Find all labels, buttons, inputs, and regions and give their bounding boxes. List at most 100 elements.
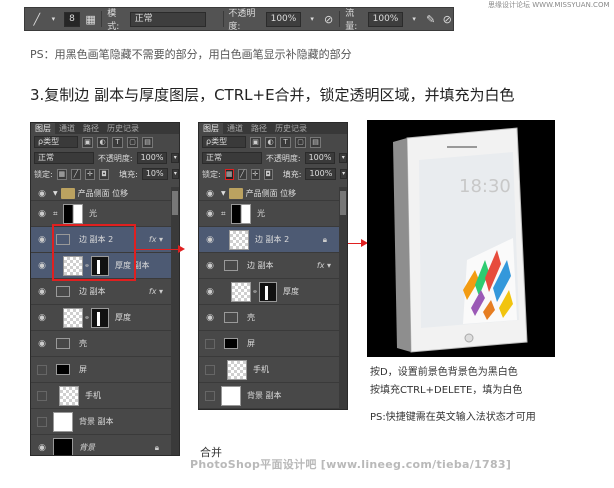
visibility-eye-icon[interactable]: ◉ [31, 339, 53, 349]
layer-row[interactable]: ◉ ⚭ 厚度 [31, 305, 171, 331]
shape-filter-icon[interactable]: ▢ [295, 136, 306, 148]
visibility-off-box[interactable] [37, 416, 47, 427]
blend-mode-select[interactable]: 正常 [202, 152, 262, 164]
lock-position-icon[interactable]: ✛ [250, 168, 260, 180]
brush-panel-icon[interactable]: ▦ [85, 13, 97, 26]
visibility-eye-icon[interactable]: ◉ [31, 313, 53, 323]
layer-row[interactable]: ◉ 背景 🔒︎ [31, 435, 171, 455]
layer-row[interactable]: ◉ 边 副本 fx ▾ [31, 279, 171, 305]
layer-thumbnail [53, 411, 73, 432]
visibility-eye-icon[interactable]: ◉ [199, 189, 221, 199]
lock-transparency-icon[interactable]: ▦ [224, 168, 234, 180]
visibility-eye-icon[interactable]: ◉ [199, 287, 221, 297]
visibility-eye-icon[interactable]: ◉ [199, 261, 221, 271]
tab-paths[interactable]: 路径 [79, 123, 103, 134]
chevron-down-icon[interactable]: ▾ [339, 153, 347, 163]
airbrush-icon[interactable]: ✎ [425, 13, 437, 26]
layer-row[interactable]: ◉ 壳 [31, 331, 171, 357]
visibility-eye-icon[interactable]: ◉ [31, 443, 53, 453]
tab-paths[interactable]: 路径 [247, 123, 271, 134]
caption-line-1: 按D，设置前景色背景色为黑白色 [370, 367, 518, 378]
layer-row-group[interactable]: ◉ ▼ 产品侧面 位移 [199, 187, 339, 201]
visibility-eye-icon[interactable]: ◉ [31, 287, 53, 297]
layer-row-hidden[interactable]: 手机 [199, 357, 339, 383]
pixel-filter-icon[interactable]: ▣ [82, 136, 93, 148]
chevron-down-icon[interactable]: ▾ [340, 169, 347, 179]
fx-icon[interactable]: fx ▾ [149, 287, 163, 296]
blend-mode-select[interactable]: 正常 [34, 152, 94, 164]
kind-filter-select[interactable]: ρ类型 [202, 136, 246, 148]
fx-icon[interactable]: fx ▾ [317, 261, 331, 270]
visibility-off-box[interactable] [37, 364, 47, 375]
fill-field[interactable]: 100% [305, 168, 337, 180]
chevron-down-icon[interactable]: ▾ [48, 15, 60, 23]
tab-history[interactable]: 历史记录 [103, 123, 143, 134]
scrollbar[interactable] [339, 187, 347, 409]
lock-all-icon[interactable]: ◘ [263, 168, 273, 180]
chevron-down-icon[interactable]: ▾ [306, 15, 318, 23]
opacity-field[interactable]: 100% [136, 152, 168, 164]
fx-icon[interactable]: fx ▾ [149, 235, 163, 244]
chevron-down-icon[interactable]: ▾ [171, 169, 179, 179]
visibility-off-box[interactable] [205, 390, 215, 401]
opacity-field[interactable]: 100% [304, 152, 336, 164]
tab-layers[interactable]: 图层 [31, 123, 55, 134]
disclosure-triangle-icon[interactable]: ▼ [221, 190, 226, 197]
layer-row[interactable]: ◉ ⚭ 厚度 [199, 279, 339, 305]
visibility-eye-icon[interactable]: ◉ [199, 209, 221, 219]
adjustment-filter-icon[interactable]: ◐ [97, 136, 108, 148]
brush-tool-icon[interactable]: ╱ [31, 13, 43, 26]
pixel-filter-icon[interactable]: ▣ [250, 136, 261, 148]
shape-filter-icon[interactable]: ▢ [127, 136, 138, 148]
opacity-field[interactable]: 100% [265, 11, 302, 27]
chevron-down-icon[interactable]: ▾ [408, 15, 420, 23]
layer-row-hidden[interactable]: 背景 副本 [199, 383, 339, 409]
lock-position-icon[interactable]: ✛ [84, 168, 96, 180]
layer-row[interactable]: ◉ 背景 🔒︎ [199, 409, 339, 410]
visibility-eye-icon[interactable]: ◉ [31, 235, 53, 245]
smart-filter-icon[interactable]: ▤ [142, 136, 153, 148]
scrollbar[interactable] [171, 187, 179, 455]
visibility-eye-icon[interactable]: ◉ [199, 235, 221, 245]
lock-all-icon[interactable]: ◘ [99, 168, 110, 180]
fill-field[interactable]: 10% [141, 168, 168, 180]
lock-pixels-icon[interactable]: ╱ [237, 168, 247, 180]
layer-name: 屏 [247, 339, 255, 348]
layer-row-hidden[interactable]: 手机 [31, 383, 171, 409]
tab-layers[interactable]: 图层 [199, 123, 223, 134]
type-filter-icon[interactable]: T [280, 136, 291, 148]
visibility-eye-icon[interactable]: ◉ [31, 189, 53, 199]
visibility-eye-icon[interactable]: ◉ [31, 209, 53, 219]
layer-row-hidden[interactable]: 背景 副本 [31, 409, 171, 435]
layer-row-hidden[interactable]: 屏 [31, 357, 171, 383]
tab-channels[interactable]: 通道 [223, 123, 247, 134]
mode-label: 模式: [107, 9, 120, 32]
visibility-off-box[interactable] [205, 338, 215, 349]
chevron-down-icon[interactable]: ▾ [171, 153, 179, 163]
layer-row-group[interactable]: ◉ ▼ 产品侧面 位移 [31, 187, 171, 201]
smart-filter-icon[interactable]: ▤ [310, 136, 321, 148]
disclosure-triangle-icon[interactable]: ▼ [53, 190, 58, 197]
flow-field[interactable]: 100% [367, 11, 404, 27]
visibility-off-box[interactable] [205, 364, 215, 375]
layer-row[interactable]: ◉ ⌗ 光 [199, 201, 339, 227]
visibility-off-box[interactable] [37, 390, 47, 401]
layer-row-selected[interactable]: ◉ 边 副本 2 🔒︎ [199, 227, 339, 253]
tab-history[interactable]: 历史记录 [271, 123, 311, 134]
smart-object-icon [224, 338, 238, 349]
tab-channels[interactable]: 通道 [55, 123, 79, 134]
adjustment-filter-icon[interactable]: ◐ [265, 136, 276, 148]
brush-size-picker[interactable]: 8 [64, 11, 80, 27]
pressure-size-icon[interactable]: ⊘ [441, 13, 453, 26]
kind-filter-select[interactable]: ρ类型 [34, 136, 78, 148]
layer-row-hidden[interactable]: 屏 [199, 331, 339, 357]
layer-row[interactable]: ◉ 边 副本 fx ▾ [199, 253, 339, 279]
lock-transparency-icon[interactable]: ▦ [56, 168, 67, 180]
type-filter-icon[interactable]: T [112, 136, 123, 148]
lock-pixels-icon[interactable]: ╱ [70, 168, 81, 180]
visibility-eye-icon[interactable]: ◉ [199, 313, 221, 323]
mode-select[interactable]: 正常 [129, 11, 206, 27]
visibility-eye-icon[interactable]: ◉ [31, 261, 53, 271]
layer-row[interactable]: ◉ 壳 [199, 305, 339, 331]
pressure-opacity-icon[interactable]: ⊘ [323, 13, 335, 26]
